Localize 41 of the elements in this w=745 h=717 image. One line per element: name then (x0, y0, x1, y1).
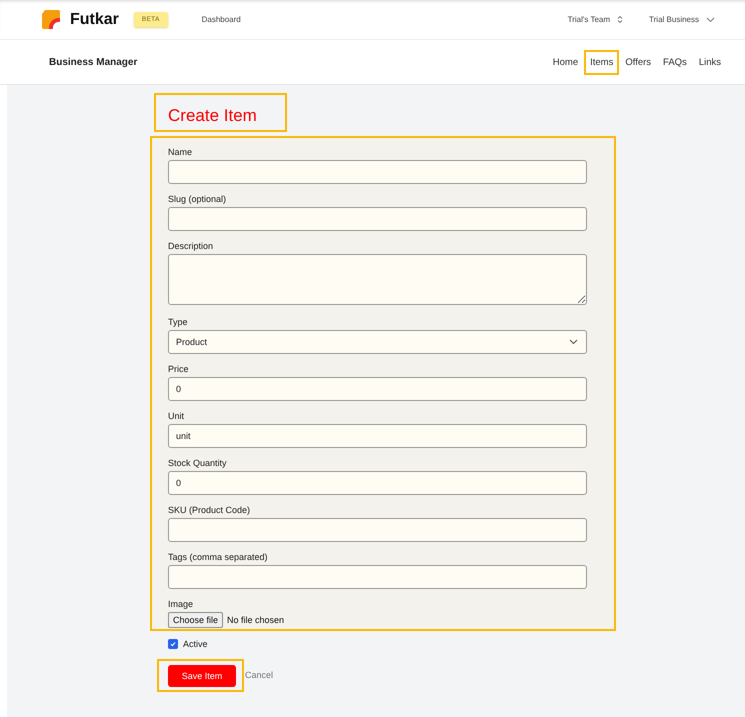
chevron-down-icon (706, 16, 715, 22)
brand-name: Futkar (70, 10, 119, 28)
field-label: Name (168, 146, 194, 159)
select-field[interactable]: Product (168, 330, 587, 354)
field-label: Image (168, 598, 194, 611)
choose-file-button[interactable]: Choose file (168, 612, 224, 628)
nav-link[interactable]: Links (692, 50, 727, 74)
text-field[interactable] (168, 518, 587, 542)
field-label: Stock Quantity (168, 457, 228, 470)
field-label: Tags (comma separated) (168, 551, 269, 564)
check-icon (169, 640, 177, 648)
field-label: Slug (optional) (168, 193, 228, 206)
field-label: Type (168, 316, 189, 329)
page-title: Create Item (154, 93, 287, 132)
business-selector[interactable]: Trial Business (649, 15, 715, 24)
section-title: Business Manager (49, 56, 138, 68)
cancel-link[interactable]: Cancel (245, 670, 274, 680)
save-button[interactable]: Save Item (168, 664, 236, 686)
checkbox[interactable] (168, 638, 178, 648)
nav-link[interactable]: Items (584, 50, 620, 74)
text-field[interactable] (168, 160, 587, 184)
team-selector[interactable]: Trial's Team (568, 15, 624, 24)
text-field[interactable]: 0 (168, 376, 587, 400)
text-field[interactable] (168, 206, 587, 230)
nav-link[interactable]: Home (546, 50, 584, 74)
nav-link[interactable]: FAQs (657, 50, 693, 74)
text-field[interactable] (168, 564, 587, 588)
file-status: No file chosen (227, 614, 284, 624)
nav-link[interactable]: Offers (619, 50, 658, 74)
text-field[interactable]: unit (168, 424, 587, 448)
logo-icon (42, 10, 60, 29)
updown-chevron-icon (617, 15, 624, 24)
field-label: SKU (Product Code) (168, 504, 252, 517)
checkbox-label: Active (183, 638, 208, 648)
text-field[interactable]: 0 (168, 470, 587, 494)
chevron-down-icon (569, 338, 578, 344)
textarea-field[interactable] (168, 254, 587, 304)
field-label: Description (168, 240, 214, 253)
dashboard-link[interactable]: Dashboard (202, 15, 241, 24)
field-label: Price (168, 363, 190, 376)
field-label: Unit (168, 410, 186, 423)
